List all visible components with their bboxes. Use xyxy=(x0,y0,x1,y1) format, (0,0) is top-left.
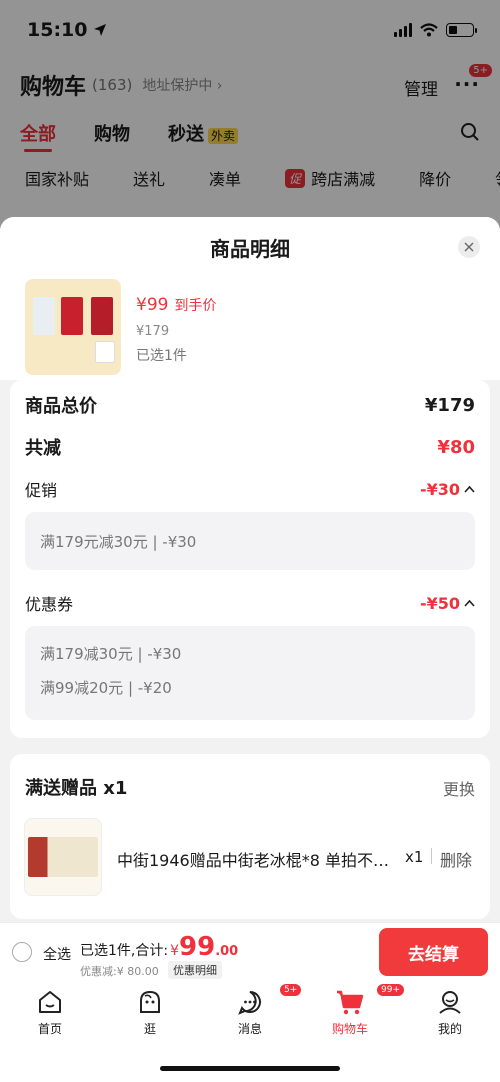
chevron-up-icon xyxy=(464,599,475,607)
checkout-button[interactable]: 去结算 xyxy=(379,928,488,976)
tab-messages[interactable]: 5+ 消息 xyxy=(210,984,302,1037)
discount-detail-link[interactable]: 优惠明细 xyxy=(168,961,222,979)
product-price: ¥99 到手价 xyxy=(136,295,216,315)
amount-integer: 99 xyxy=(179,932,216,962)
coupon-value: -¥50 xyxy=(419,593,460,613)
product-detail-sheet: 商品明细 ¥99 到手价 ¥179 已选1件 商品总价 ¥179 共减 ¥80 促… xyxy=(0,217,500,922)
gift-card: 满送赠品 x1 更换 中街1946赠品中街老冰棍*8 单拍不发货 x1 删除 xyxy=(10,754,490,919)
cart-icon xyxy=(337,990,364,1015)
reduce-row: 共减 ¥80 xyxy=(25,434,475,460)
coupon-value-wrap: -¥50 xyxy=(420,594,475,613)
reduce-value: ¥80 xyxy=(437,436,475,458)
tab-label: 逛 xyxy=(143,1022,156,1036)
amount-decimal: .00 xyxy=(215,944,239,959)
close-icon xyxy=(464,242,474,252)
close-button[interactable] xyxy=(458,236,480,258)
reduce-label: 共减 xyxy=(25,438,61,459)
total-label: 商品总价 xyxy=(25,396,97,417)
coupon-details: 满179减30元 | -¥30 满99减20元 | -¥20 xyxy=(25,626,475,720)
promo-value-wrap: -¥30 xyxy=(420,480,475,499)
promo-row[interactable]: 促销 -¥30 xyxy=(25,477,475,501)
promo-item: 满179元减30元 | -¥30 xyxy=(40,532,197,551)
product-summary: ¥99 到手价 ¥179 已选1件 xyxy=(0,277,500,380)
chevron-up-icon xyxy=(464,485,475,493)
gift-name: 中街1946赠品中街老冰棍*8 单拍不发货 xyxy=(117,851,402,870)
promo-details: 满179元减30元 | -¥30 xyxy=(25,512,475,570)
tab-home[interactable]: 首页 xyxy=(10,986,90,1037)
sheet-header: 商品明细 xyxy=(0,217,500,277)
coupon-item: 满99减20元 | -¥20 xyxy=(40,678,172,697)
sheet-title: 商品明细 xyxy=(210,236,290,261)
coupon-item: 满179减30元 | -¥30 xyxy=(40,644,182,663)
gift-thumbnail[interactable] xyxy=(24,818,102,896)
total-row: 商品总价 ¥179 xyxy=(25,392,475,418)
tab-label: 我的 xyxy=(437,1022,462,1036)
tab-cart[interactable]: 99+ 购物车 xyxy=(310,984,404,1037)
tab-label: 购物车 xyxy=(331,1022,368,1036)
coupon-label: 优惠券 xyxy=(25,595,74,614)
product-price-value: ¥99 xyxy=(136,295,169,315)
select-all-label[interactable]: 全选 xyxy=(43,944,71,964)
browse-icon xyxy=(140,990,160,1013)
modal-overlay[interactable] xyxy=(0,0,500,230)
gift-delete-button[interactable]: 删除 xyxy=(440,847,472,871)
total-value: ¥179 xyxy=(424,394,475,416)
price-breakdown-card: 商品总价 ¥179 共减 ¥80 促销 -¥30 满179元减30元 | -¥3… xyxy=(10,380,490,738)
cart-badge: 99+ xyxy=(377,984,404,996)
home-indicator xyxy=(160,1066,340,1071)
coupon-row[interactable]: 优惠券 -¥50 xyxy=(25,591,475,615)
home-icon xyxy=(39,991,61,1013)
divider xyxy=(431,848,432,864)
total-summary: 已选1件,合计: ¥ 99 .00 xyxy=(80,932,238,962)
message-badge: 5+ xyxy=(280,984,302,996)
profile-icon xyxy=(439,991,461,1014)
tab-label: 首页 xyxy=(37,1022,62,1036)
select-all-checkbox[interactable] xyxy=(12,942,32,962)
product-thumbnail[interactable] xyxy=(25,279,121,375)
product-original-price: ¥179 xyxy=(136,324,170,339)
promo-label: 促销 xyxy=(25,481,58,500)
gift-change-button[interactable]: 更换 xyxy=(443,776,475,800)
currency-symbol: ¥ xyxy=(170,943,179,959)
tab-browse[interactable]: 逛 xyxy=(110,986,190,1037)
summary-label: 已选1件,合计: xyxy=(80,943,169,959)
message-icon xyxy=(238,991,261,1015)
discount-text: 优惠减:¥ 80.00 xyxy=(80,965,159,978)
gift-title: 满送赠品 x1 xyxy=(25,778,128,799)
gift-quantity: x1 xyxy=(405,848,424,866)
promo-value: -¥30 xyxy=(419,479,460,499)
price-note: 到手价 xyxy=(174,298,217,314)
tab-profile[interactable]: 我的 xyxy=(410,986,490,1037)
checkout-bar: 全选 已选1件,合计: ¥ 99 .00 优惠减:¥ 80.00 优惠明细 去结… xyxy=(0,922,500,980)
product-selected-count: 已选1件 xyxy=(136,348,187,364)
tab-label: 消息 xyxy=(237,1022,262,1036)
